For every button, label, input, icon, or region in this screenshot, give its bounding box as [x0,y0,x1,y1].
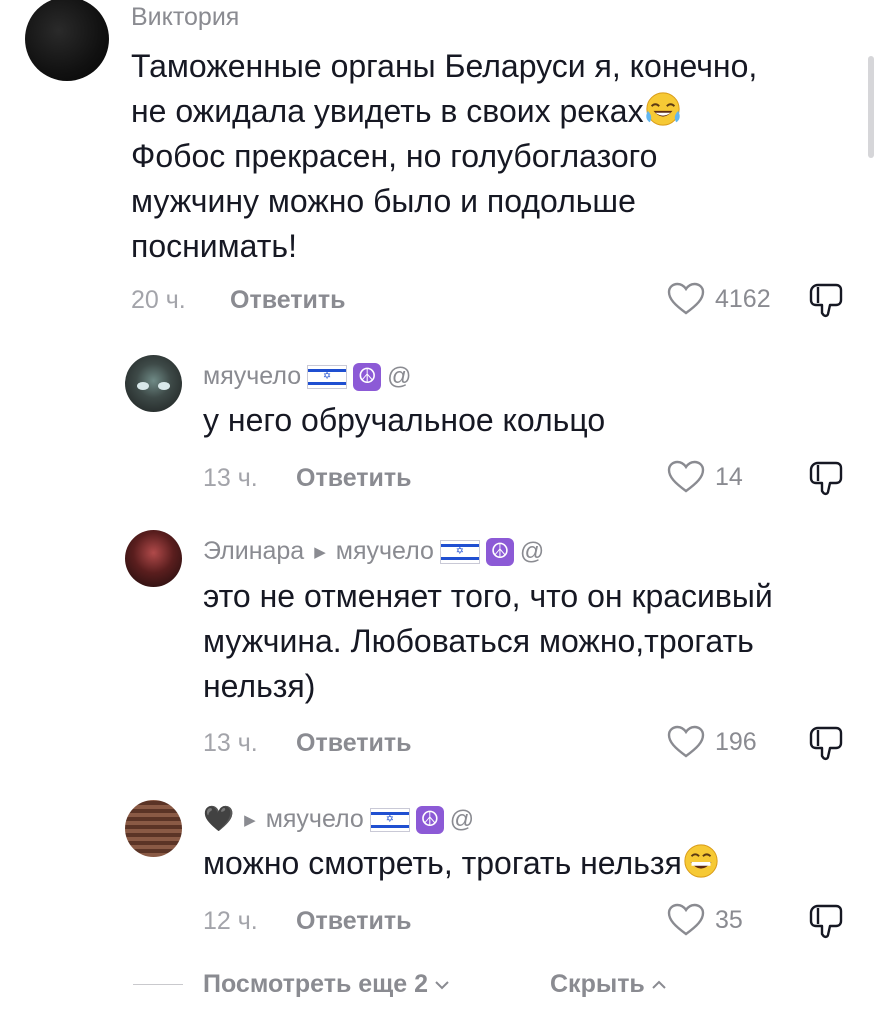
reply-button[interactable]: Ответить [230,286,346,315]
comment-line: поснимать! [131,228,297,264]
comment-line: не ожидала увидеть в своих реках [131,89,861,134]
peace-icon: ☮ [415,805,444,834]
mention-icon[interactable]: @ [520,538,544,566]
avatar[interactable] [25,0,109,81]
israel-flag-icon: ✡ [307,364,348,389]
comment-username[interactable]: Элинара ▶ мяучело ✡ ☮ @ [203,537,544,566]
comment-text: это не отменяет того, что он красивый му… [203,574,863,709]
reply-button[interactable]: Ответить [296,464,412,493]
heart-outline-icon [667,282,705,315]
mention-icon[interactable]: @ [387,363,411,391]
comment-line: Фобос прекрасен, но голубоглазого [131,138,658,174]
comment-line: мужчину можно было и подольше [131,183,636,219]
username-text[interactable]: Виктория [131,3,239,32]
reply-button[interactable]: Ответить [296,729,412,758]
view-more-label: Посмотреть еще 2 [203,970,429,998]
avatar-detail [137,382,149,390]
hide-label: Скрыть [550,970,645,998]
like-button[interactable]: 14 [667,460,743,494]
chevron-up-icon [652,980,666,989]
comment-username[interactable]: Виктория [131,3,239,32]
comment-time: 13 ч. [203,729,258,757]
heart-outline-icon [667,460,705,493]
reply-arrow-icon: ▶ [244,811,256,829]
like-count: 35 [715,905,743,934]
comment-text: можно смотреть, трогать нельзя [203,841,720,886]
black-heart-emoji[interactable]: 🖤 [203,805,234,834]
avatar[interactable] [125,530,182,587]
comment-time: 12 ч. [203,907,258,935]
avatar[interactable] [125,800,182,857]
divider-line [133,984,183,985]
thumbs-down-icon[interactable] [806,459,846,497]
avatar[interactable] [125,355,182,412]
reply-arrow-icon: ▶ [314,543,326,561]
comment-text: Таможенные органы Беларуси я, конечно, н… [131,44,861,269]
comment-username[interactable]: мяучело ✡ ☮ @ [203,362,411,391]
comment-text: у него обручальное кольцо [203,402,606,438]
avatar-detail [158,382,170,390]
like-button[interactable]: 4162 [667,282,771,316]
heart-outline-icon [667,725,705,758]
laughing-tears-emoji [645,92,680,126]
israel-flag-icon: ✡ [369,807,410,832]
like-button[interactable]: 196 [667,725,757,759]
thumbs-down-icon[interactable] [806,902,846,940]
hide-replies-button[interactable]: Скрыть [550,970,667,999]
comment-line: Таможенные органы Беларуси я, конечно, [131,48,758,84]
peace-icon: ☮ [353,362,382,391]
username-text[interactable]: мяучело [203,362,301,391]
mention-icon[interactable]: @ [450,806,474,834]
heart-outline-icon [667,903,705,936]
scrollbar[interactable] [868,56,874,158]
like-count: 196 [715,727,757,756]
thumbs-down-icon[interactable] [806,281,846,319]
comment-line: это не отменяет того, что он красивый [203,578,773,614]
comment-time: 13 ч. [203,464,258,492]
view-more-replies-button[interactable]: Посмотреть еще 2 [203,970,450,999]
grinning-emoji [684,844,718,878]
peace-icon: ☮ [485,537,514,566]
like-button[interactable]: 35 [667,903,743,937]
comment-line: нельзя) [203,668,316,704]
reply-button[interactable]: Ответить [296,907,412,936]
reply-to-username[interactable]: мяучело [336,537,434,566]
like-count: 14 [715,462,743,491]
chevron-down-icon [435,980,449,989]
comment-time: 20 ч. [131,286,186,314]
comment-username[interactable]: 🖤 ▶ мяучело ✡ ☮ @ [203,805,474,834]
like-count: 4162 [715,284,771,313]
username-text[interactable]: Элинара [203,537,304,566]
israel-flag-icon: ✡ [439,539,480,564]
comment-line: мужчина. Любоваться можно,трогать [203,623,754,659]
thumbs-down-icon[interactable] [806,724,846,762]
reply-to-username[interactable]: мяучело [266,805,364,834]
